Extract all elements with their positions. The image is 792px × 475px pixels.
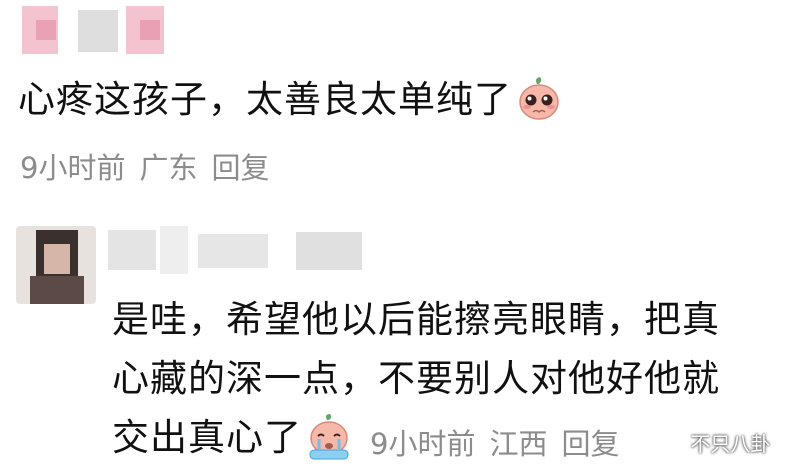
watermark-text: 不只八卦 bbox=[690, 432, 771, 456]
comment2-text-line-1: 是哇，希望他以后能擦亮眼睛，把真 bbox=[112, 298, 720, 341]
comment2-location: 江西 bbox=[489, 427, 548, 461]
comment1-text-row: 心疼这孩子，太善良太单纯了 bbox=[18, 76, 562, 125]
comment2-text-line-3-row: 交出真心了 bbox=[112, 413, 352, 463]
comment2-reply-button[interactable]: 回复 bbox=[561, 427, 619, 461]
watermark: 不只八卦 bbox=[662, 428, 770, 457]
crying-peach-emoji bbox=[309, 413, 349, 459]
comment2-text-line-3: 交出真心了 bbox=[112, 416, 302, 459]
comment1-reply-button[interactable]: 回复 bbox=[211, 151, 269, 185]
comment2-avatar[interactable] bbox=[16, 226, 96, 304]
comment1-text: 心疼这孩子，太善良太单纯了 bbox=[18, 78, 512, 121]
comment1-location: 广东 bbox=[139, 151, 198, 185]
comment1-meta: 9小时前 广东 回复 bbox=[20, 145, 269, 187]
pleading-peach-emoji bbox=[519, 76, 559, 120]
comment1-time: 9小时前 bbox=[20, 151, 126, 185]
comment2-text-line-2: 心藏的深一点，不要别人对他好他就 bbox=[112, 357, 720, 400]
comment2-time: 9小时前 bbox=[370, 427, 476, 461]
comment2-meta: 9小时前 江西 回复 bbox=[370, 421, 619, 463]
wechat-icon bbox=[662, 437, 684, 453]
